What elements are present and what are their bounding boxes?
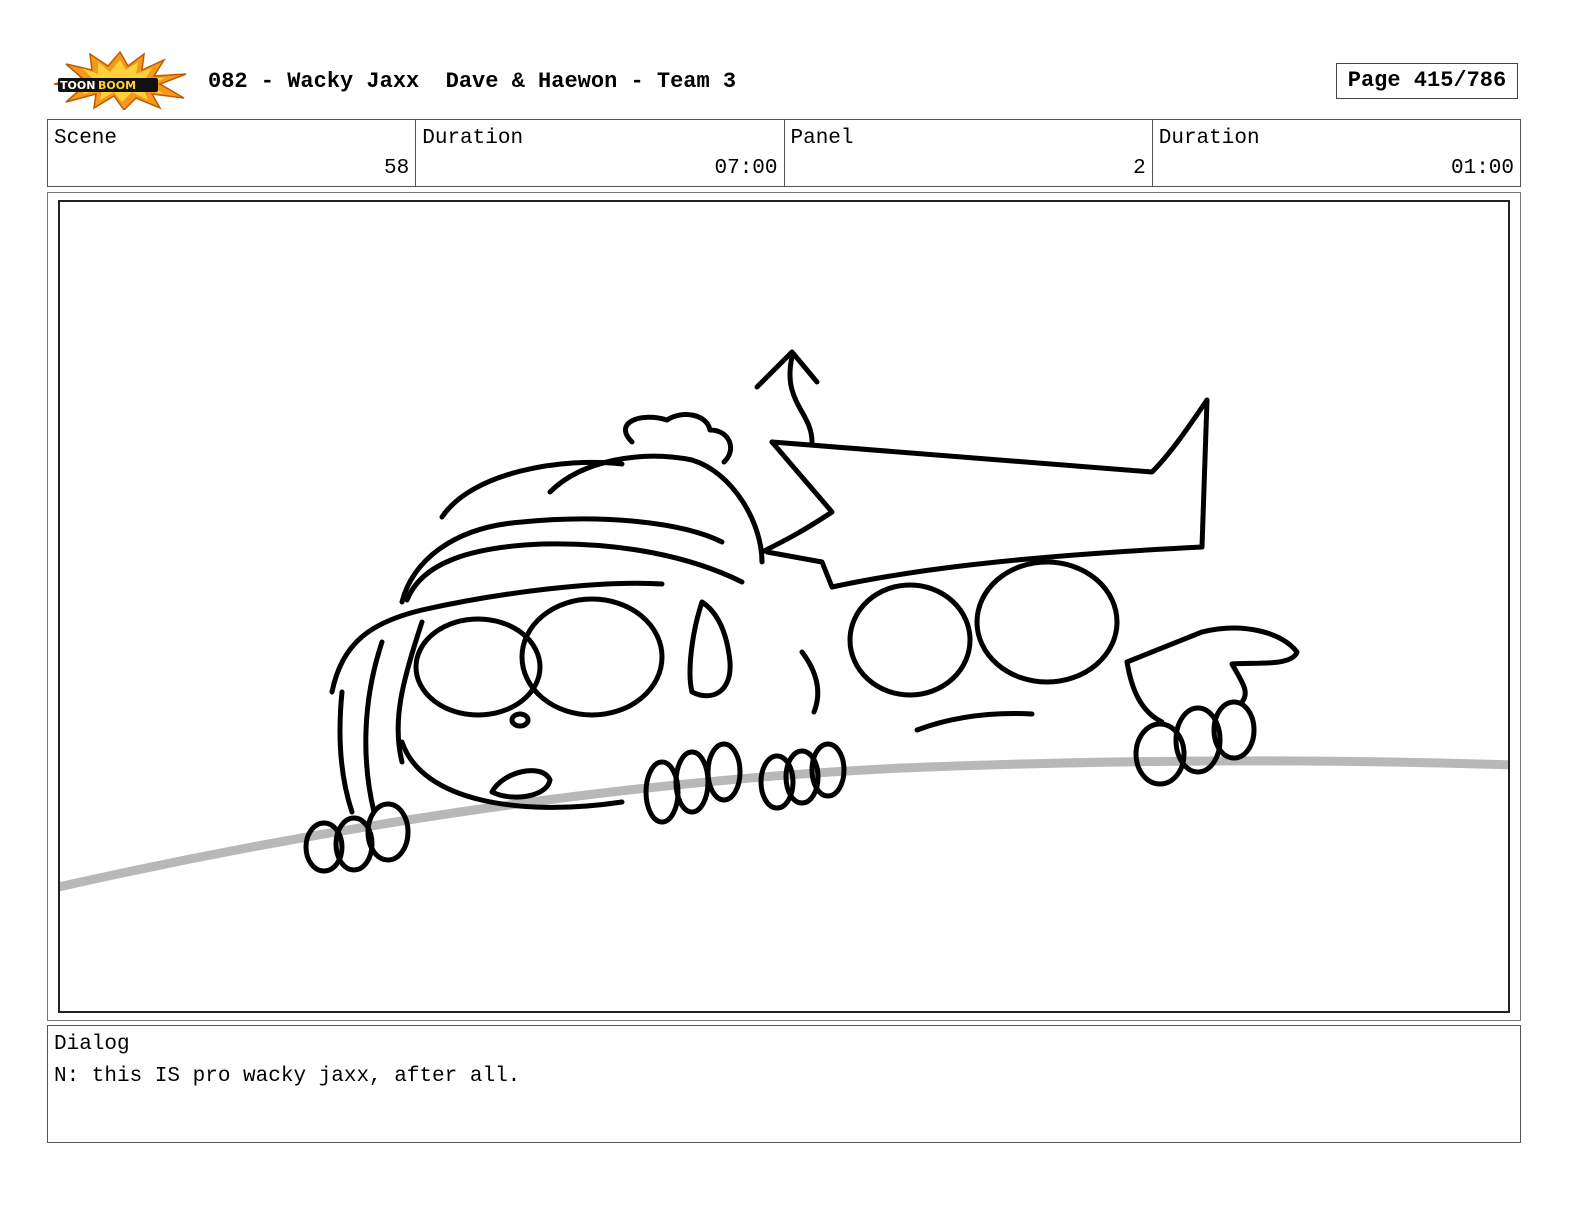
panel-duration-cell: Duration 01:00 [1153, 120, 1520, 186]
storyboard-panel [58, 200, 1510, 1013]
scene-label: Scene [54, 127, 118, 150]
document-title: 082 - Wacky Jaxx Dave & Haewon - Team 3 [208, 69, 737, 94]
panel-label: Panel [790, 127, 854, 150]
panel-value: 2 [1133, 157, 1146, 180]
panel-duration-label: Duration [1158, 127, 1260, 150]
right-character-sketch [754, 349, 1300, 811]
dialog-text: N: this IS pro wacky jaxx, after all. [54, 1065, 521, 1088]
scene-duration-value: 07:00 [714, 157, 778, 180]
scene-duration-label: Duration [422, 127, 524, 150]
page-number: Page 415/786 [1336, 63, 1518, 99]
panel-sketch [60, 349, 1508, 892]
svg-text:TOON: TOON [60, 79, 95, 92]
svg-text:BOOM: BOOM [98, 79, 136, 92]
panel-cell: Panel 2 [785, 120, 1153, 186]
scene-info-row: Scene 58 Duration 07:00 Panel 2 Duration… [47, 119, 1521, 187]
toonboom-logo-icon: TOON BOOM [52, 50, 188, 112]
scene-cell: Scene 58 [48, 120, 417, 186]
dialog-box: Dialog N: this IS pro wacky jaxx, after … [47, 1025, 1521, 1143]
dialog-label: Dialog [54, 1033, 130, 1056]
scene-duration-cell: Duration 07:00 [416, 120, 785, 186]
panel-duration-value: 01:00 [1450, 157, 1514, 180]
scene-value: 58 [384, 157, 410, 180]
